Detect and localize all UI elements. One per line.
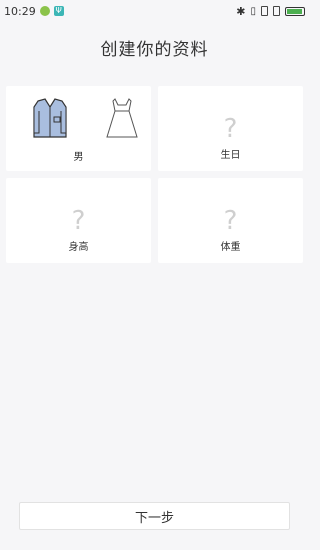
next-step-button[interactable]: 下一步 (19, 502, 290, 530)
weight-label: 体重 (220, 242, 241, 253)
male-shirt-icon[interactable] (32, 97, 68, 141)
status-bar: 10:29 Ψ ✱ ▯ (0, 0, 309, 22)
birthday-label: 生日 (220, 150, 241, 161)
battery-fill (287, 8, 303, 14)
height-card[interactable]: ? 身高 (6, 178, 151, 263)
height-placeholder: ? (71, 206, 86, 236)
usb-icon: Ψ (53, 6, 64, 16)
battery-icon (285, 6, 305, 16)
bluetooth-icon: ✱ (236, 4, 246, 18)
app-icon (39, 6, 50, 16)
clock: 10:29 (4, 4, 36, 18)
sim-icon (261, 6, 268, 16)
vibrate-icon: ▯ (250, 5, 256, 17)
sim-icon-2 (273, 6, 280, 16)
height-label: 身高 (68, 242, 89, 253)
page-title: 创建你的资料 (100, 40, 209, 60)
birthday-card[interactable]: ? 生日 (158, 86, 303, 171)
gender-card[interactable]: 男 (6, 86, 151, 171)
birthday-placeholder: ? (223, 114, 238, 144)
female-dress-icon[interactable] (105, 97, 139, 141)
weight-card[interactable]: ? 体重 (158, 178, 303, 263)
weight-placeholder: ? (223, 206, 238, 236)
status-left: 10:29 Ψ (4, 5, 64, 18)
status-right: ✱ ▯ (236, 5, 305, 18)
gender-label: 男 (73, 152, 84, 163)
